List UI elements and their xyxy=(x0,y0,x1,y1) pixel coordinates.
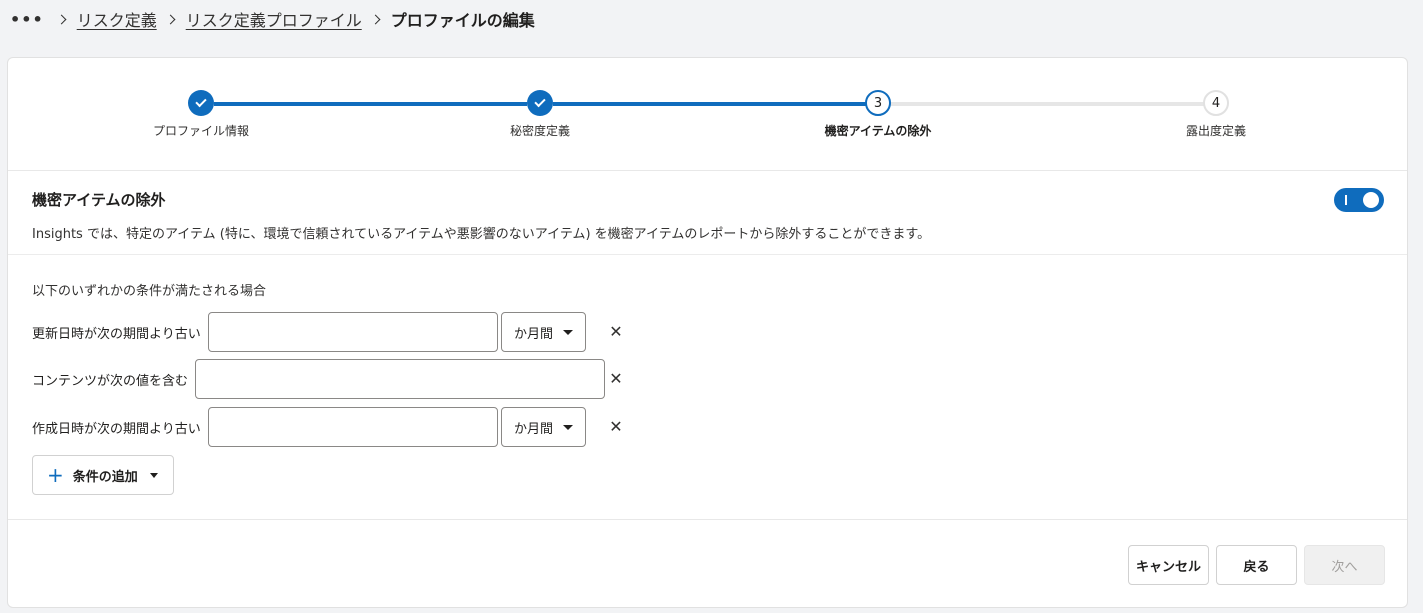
breadcrumb: ••• リスク定義 リスク定義プロファイル プロファイルの編集 xyxy=(10,7,535,31)
breadcrumb-link-risk-profiles[interactable]: リスク定義プロファイル xyxy=(186,7,362,31)
wizard-stepper: 3 4 プロファイル情報 秘密度定義 機密アイテムの除外 露出度定義 xyxy=(8,58,1407,171)
chevron-right-icon xyxy=(370,14,381,24)
page-title: プロファイルの編集 xyxy=(390,11,535,30)
cancel-button[interactable]: キャンセル xyxy=(1128,545,1209,585)
remove-condition-icon[interactable]: ✕ xyxy=(609,417,623,437)
step-2-check-icon xyxy=(527,90,553,116)
toggle-on-indicator xyxy=(1345,195,1347,205)
step-connector-3 xyxy=(891,102,1204,106)
more-icon[interactable]: ••• xyxy=(10,10,48,29)
step-4-label: 露出度定義 xyxy=(1185,124,1247,138)
breadcrumb-link-risk-definition[interactable]: リスク定義 xyxy=(77,7,157,31)
modified-unit-dropdown[interactable]: か月間 xyxy=(501,312,586,352)
edit-profile-card: 3 4 プロファイル情報 秘密度定義 機密アイテムの除外 露出度定義 機密アイテ… xyxy=(7,57,1408,608)
conditions-intro: 以下のいずれかの条件が満たされる場合 xyxy=(32,284,267,299)
add-condition-button[interactable]: + 条件の追加 xyxy=(32,455,174,495)
caret-down-icon xyxy=(149,472,158,478)
step-3-label: 機密アイテムの除外 xyxy=(824,124,932,138)
remove-condition-icon[interactable]: ✕ xyxy=(609,369,623,389)
chevron-right-icon xyxy=(56,14,67,24)
modified-age-input[interactable] xyxy=(207,312,498,352)
condition-label: 更新日時が次の期間より古い xyxy=(32,326,201,342)
created-unit-dropdown[interactable]: か月間 xyxy=(501,407,586,447)
condition-row-content: コンテンツが次の値を含む ✕ xyxy=(32,359,632,399)
condition-row-modified: 更新日時が次の期間より古い か月間 ✕ xyxy=(32,312,632,352)
step-2-label: 秘密度定義 xyxy=(509,124,571,138)
chevron-right-icon xyxy=(165,14,176,24)
section-header: 機密アイテムの除外 Insights では、特定のアイテム (特に、環境で信頼さ… xyxy=(8,171,1407,255)
dropdown-value: か月間 xyxy=(514,326,554,342)
section-title: 機密アイテムの除外 xyxy=(32,191,166,209)
condition-row-created: 作成日時が次の期間より古い か月間 ✕ xyxy=(32,407,632,447)
step-1-check-icon xyxy=(188,90,214,116)
step-connector-2 xyxy=(553,102,866,106)
condition-label: 作成日時が次の期間より古い xyxy=(32,421,201,437)
step-connector-1 xyxy=(214,102,527,106)
caret-down-icon xyxy=(563,425,573,430)
created-age-input[interactable] xyxy=(207,407,498,447)
back-button[interactable]: 戻る xyxy=(1216,545,1297,585)
step-3-number: 3 xyxy=(865,90,891,116)
caret-down-icon xyxy=(563,330,573,335)
toggle-knob xyxy=(1363,192,1379,208)
step-1-label: プロファイル情報 xyxy=(152,124,250,138)
section-description: Insights では、特定のアイテム (特に、環境で信頼されているアイテムや悪… xyxy=(32,227,931,242)
step-4-number: 4 xyxy=(1203,90,1229,116)
next-button[interactable]: 次へ xyxy=(1304,545,1385,585)
add-condition-label: 条件の追加 xyxy=(72,469,138,485)
content-contains-input[interactable] xyxy=(195,359,606,399)
remove-condition-icon[interactable]: ✕ xyxy=(609,322,623,342)
plus-icon: + xyxy=(47,463,64,487)
condition-label: コンテンツが次の値を含む xyxy=(32,373,189,389)
dropdown-value: か月間 xyxy=(514,421,554,437)
wizard-footer: キャンセル 戻る 次へ xyxy=(8,519,1407,609)
exclusion-toggle[interactable] xyxy=(1334,188,1384,212)
